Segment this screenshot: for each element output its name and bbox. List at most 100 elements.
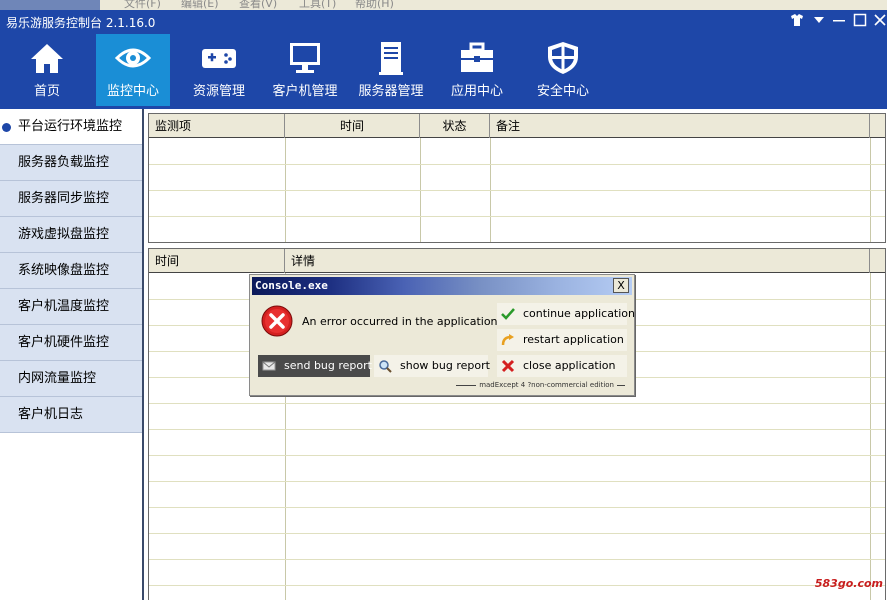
sidebar-item-label: 服务器负载监控 xyxy=(18,155,110,170)
tab-security-center-label: 安全中心 xyxy=(536,84,589,99)
home-icon xyxy=(31,44,63,73)
dialog-title-bar[interactable]: Console.exe X xyxy=(252,277,632,295)
sidebar-item-platform-environment[interactable]: 平台运行环境监控 xyxy=(0,109,142,145)
monitor-table: 监测项 时间 状态 备注 xyxy=(148,113,886,243)
menu-view[interactable]: 查看(V) xyxy=(239,0,277,10)
restart-application-button[interactable]: restart application xyxy=(497,329,627,351)
sidebar-item-label: 客户机硬件监控 xyxy=(18,335,110,350)
madexcept-footer-text: madExcept 4 ?non-commercial edition xyxy=(479,381,614,389)
sidebar-item-label: 内网流量监控 xyxy=(18,371,97,386)
column-header[interactable]: 监测项 xyxy=(149,114,285,138)
send-bug-report-button[interactable]: send bug report xyxy=(258,355,372,377)
app-title: 易乐游服务控制台 2.1.16.0 xyxy=(6,16,156,30)
tab-app-center-label: 应用中心 xyxy=(450,84,503,99)
magnifier-icon xyxy=(379,360,392,373)
tab-client-management-label: 客户机管理 xyxy=(272,84,338,99)
sidebar-item-server-load[interactable]: 服务器负载监控 xyxy=(0,145,142,181)
grid-line xyxy=(149,481,885,482)
tab-server-management[interactable]: 服务器管理 xyxy=(354,34,428,106)
grid-line xyxy=(149,403,885,404)
error-dialog: Console.exe X An error occurred in the a… xyxy=(249,274,635,396)
monitor-table-header: 监测项 时间 状态 备注 xyxy=(149,114,885,138)
close-icon[interactable] xyxy=(871,13,887,31)
watermark: 583go.com xyxy=(814,577,883,590)
sidebar: 平台运行环境监控 服务器负载监控 服务器同步监控 游戏虚拟盘监控 系统映像盘监控… xyxy=(0,109,144,600)
dropdown-icon[interactable] xyxy=(810,13,828,31)
sidebar-item-system-image-disk[interactable]: 系统映像盘监控 xyxy=(0,253,142,289)
tab-resource-management[interactable]: 资源管理 xyxy=(182,34,256,106)
show-bug-report-button[interactable]: show bug report xyxy=(374,355,490,377)
grid-line xyxy=(149,507,885,508)
menu-help[interactable]: 帮助(H) xyxy=(355,0,394,10)
error-icon xyxy=(261,305,293,337)
grid-line xyxy=(149,559,885,560)
sidebar-item-server-sync[interactable]: 服务器同步监控 xyxy=(0,181,142,217)
error-message: An error occurred in the application. xyxy=(302,315,502,328)
tab-monitor-center[interactable]: 监控中心 xyxy=(96,34,170,106)
tab-app-center[interactable]: 应用中心 xyxy=(440,34,514,106)
column-header[interactable]: 详情 xyxy=(285,249,870,273)
shield-icon xyxy=(548,42,578,74)
sidebar-item-client-hardware[interactable]: 客户机硬件监控 xyxy=(0,325,142,361)
sidebar-item-label: 系统映像盘监控 xyxy=(18,263,110,278)
madexcept-footer: madExcept 4 ?non-commercial edition xyxy=(453,381,628,389)
column-header[interactable]: 备注 xyxy=(490,114,870,138)
menu-file[interactable]: 文件(F) xyxy=(124,0,161,10)
grid-line xyxy=(149,216,885,217)
column-header[interactable]: 时间 xyxy=(285,114,420,138)
sidebar-item-lan-traffic[interactable]: 内网流量监控 xyxy=(0,361,142,397)
dialog-close-button[interactable]: X xyxy=(613,278,629,293)
tab-resource-management-label: 资源管理 xyxy=(192,84,245,99)
dialog-title: Console.exe xyxy=(255,279,328,292)
sidebar-item-label: 平台运行环境监控 xyxy=(18,119,123,134)
gamepad-icon xyxy=(202,49,236,68)
column-header[interactable]: 时间 xyxy=(149,249,285,273)
tab-client-management[interactable]: 客户机管理 xyxy=(268,34,342,106)
close-application-button[interactable]: close application xyxy=(497,355,627,377)
send-bug-report-label: send bug report xyxy=(284,359,372,372)
tab-home-label: 首页 xyxy=(33,84,60,99)
sidebar-item-client-temperature[interactable]: 客户机温度监控 xyxy=(0,289,142,325)
grid-line xyxy=(149,533,885,534)
sidebar-item-client-log[interactable]: 客户机日志 xyxy=(0,397,142,433)
active-dot-icon xyxy=(2,123,11,132)
grid-line xyxy=(870,273,871,600)
tab-server-management-label: 服务器管理 xyxy=(358,84,424,99)
sidebar-item-label: 客户机温度监控 xyxy=(18,299,110,314)
grid-line xyxy=(149,190,885,191)
menu-tools[interactable]: 工具(T) xyxy=(299,0,336,10)
log-table-header: 时间 详情 xyxy=(149,249,885,273)
sidebar-item-game-virtual-disk[interactable]: 游戏虚拟盘监控 xyxy=(0,217,142,253)
red-x-icon xyxy=(501,359,515,373)
main-toolbar: 首页 监控中心 资源管理 客户机管理 服务器管理 应用中心 安全中心 xyxy=(0,34,887,106)
tab-security-center[interactable]: 安全中心 xyxy=(526,34,600,106)
close-application-label: close application xyxy=(523,359,616,372)
tab-home[interactable]: 首页 xyxy=(10,34,84,106)
menu-edit[interactable]: 编辑(E) xyxy=(181,0,219,10)
grid-line xyxy=(149,585,885,586)
continue-application-label: continue application xyxy=(523,307,636,320)
menu-bar: 文件(F) 编辑(E) 查看(V) 工具(T) 帮助(H) xyxy=(0,0,887,10)
tab-monitor-center-label: 监控中心 xyxy=(106,84,159,99)
column-header[interactable]: 状态 xyxy=(420,114,490,138)
server-icon xyxy=(379,42,403,75)
sidebar-item-label: 客户机日志 xyxy=(18,407,84,422)
eye-icon xyxy=(115,48,151,68)
checkmark-icon xyxy=(501,308,515,320)
maximize-icon[interactable] xyxy=(851,13,869,31)
continue-application-button[interactable]: continue application xyxy=(497,303,635,325)
skin-icon[interactable] xyxy=(788,13,806,31)
menu-bar-left-block xyxy=(0,0,100,10)
grid-line xyxy=(149,164,885,165)
sidebar-item-label: 服务器同步监控 xyxy=(18,191,110,206)
show-bug-report-label: show bug report xyxy=(400,359,490,372)
restart-arrow-icon xyxy=(501,334,514,346)
grid-line xyxy=(149,429,885,430)
minimize-icon[interactable] xyxy=(830,13,848,31)
monitor-icon xyxy=(290,43,320,73)
restart-application-label: restart application xyxy=(523,333,624,346)
toolbox-icon xyxy=(461,42,493,72)
title-bar: 易乐游服务控制台 2.1.16.0 xyxy=(0,10,887,34)
envelope-icon xyxy=(262,361,276,371)
grid-line xyxy=(149,455,885,456)
